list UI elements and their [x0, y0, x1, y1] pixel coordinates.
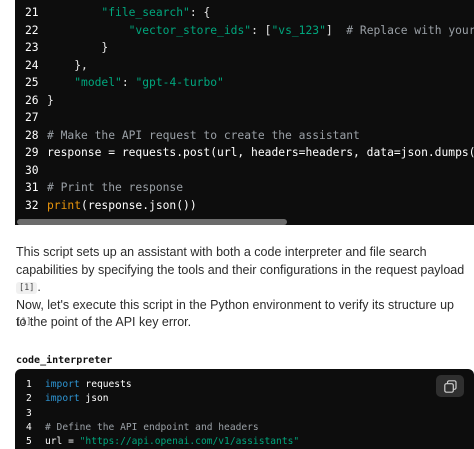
code-token: # Replace with your a: [346, 23, 474, 37]
line-number: 30: [25, 163, 39, 177]
code-text: }: [47, 92, 54, 110]
code-interpreter-label: code_interpreter: [16, 355, 113, 366]
code-token: print: [47, 199, 82, 213]
line-number: 27: [25, 111, 39, 125]
code-line: 29 response = requests.post(url, headers=…: [15, 144, 474, 162]
citation-chip[interactable]: [1]: [16, 282, 38, 294]
code-line: 21 "file_search": {: [15, 4, 474, 22]
code-line: 30: [15, 162, 474, 180]
code-line: 27: [15, 109, 474, 127]
code-line: 1 import requests: [15, 378, 474, 392]
code-text: import requests: [45, 378, 132, 392]
code-token: }: [47, 41, 109, 55]
code-line: 28 # Make the API request to create the a…: [15, 127, 474, 145]
code-line: 2 import json: [15, 392, 474, 406]
code-token: requests: [79, 379, 132, 390]
code-text: },: [47, 57, 88, 75]
copy-button[interactable]: [436, 375, 464, 397]
code-line: 4 # Define the API endpoint and headers: [15, 421, 474, 435]
code-text: import json: [45, 392, 109, 406]
line-number: 3: [26, 407, 32, 419]
code-token: ]: [325, 23, 347, 37]
code-text: # Make the API request to create the ass…: [47, 127, 360, 145]
citation-reference[interactable]: [1]: [16, 317, 31, 327]
code-token: "file_search": [101, 6, 190, 19]
code-text: "vector_store_ids": ["vs_123"] # Replace…: [47, 22, 474, 40]
code-token: (response.json()): [81, 199, 197, 213]
code-line: 25 "model": "gpt-4-turbo": [15, 74, 474, 92]
code-token: import: [45, 379, 80, 390]
assistant-message: This script sets up an assistant with bo…: [16, 244, 466, 332]
code-text: response = requests.post(url, headers=he…: [47, 144, 474, 162]
code-text: "file_search": {: [47, 4, 210, 22]
code-text: # Define the API endpoint and headers: [45, 421, 259, 435]
code-text: print(response.json()): [47, 197, 197, 215]
code-token: response = requests.post(url, headers=he…: [47, 146, 474, 160]
code-lines: 1 import requests 2 import json 3 4 # Define t…: [15, 378, 474, 449]
code-token: :: [121, 76, 136, 90]
code-token: # Print the response: [47, 181, 184, 195]
horizontal-scrollbar[interactable]: [15, 219, 474, 225]
code-token: # Make the API request to create the ass…: [47, 128, 360, 142]
code-line: 23 }: [15, 39, 474, 57]
code-block-interpreter[interactable]: 1 import requests 2 import json 3 4 # Define t…: [15, 369, 474, 449]
code-token: },: [47, 58, 88, 72]
explanation-end: .: [37, 280, 41, 294]
copy-icon: [443, 379, 457, 393]
scrollbar-thumb[interactable]: [17, 219, 287, 225]
code-line: 5 url = "https://api.openai.com/v1/assist…: [15, 435, 474, 449]
code-text: "model": "gpt-4-turbo": [47, 74, 224, 92]
code-token: }: [47, 93, 54, 107]
code-lines: 21 "file_search": {22 "vector_store_ids"…: [15, 4, 474, 215]
code-token: "vector_store_ids": [128, 23, 252, 37]
code-token: "model": [74, 76, 122, 90]
code-line: 31 # Print the response: [15, 179, 474, 197]
code-line: 22 "vector_store_ids": ["vs_123"] # Repl…: [15, 22, 474, 40]
code-token: "https://api.openai.com/v1/assistants": [79, 436, 300, 448]
code-line: 26}: [15, 92, 474, 110]
explanation-text: This script sets up an assistant with bo…: [16, 245, 465, 277]
code-token: : {: [189, 6, 211, 19]
code-block-assistant-script[interactable]: 21 "file_search": {22 "vector_store_ids"…: [15, 0, 474, 225]
code-token: import: [45, 393, 80, 405]
code-line: 32 print(response.json()): [15, 197, 474, 215]
code-line: 3: [15, 407, 474, 421]
next-step-paragraph: Now, let's execute this script in the Py…: [16, 297, 455, 330]
code-token: json: [79, 393, 109, 405]
code-text: url = "https://api.openai.com/v1/assista…: [45, 435, 299, 449]
code-text: # Print the response: [47, 179, 183, 197]
code-text: }: [47, 39, 108, 57]
code-token: url =: [45, 436, 80, 448]
code-token: "gpt-4-turbo": [135, 76, 224, 90]
code-line: 24 },: [15, 57, 474, 75]
code-token: # Define the API endpoint and headers: [45, 421, 259, 433]
explanation-paragraph: This script sets up an assistant with bo…: [16, 244, 466, 297]
code-token: "vs_123": [271, 23, 326, 37]
code-token: : [: [251, 23, 272, 37]
